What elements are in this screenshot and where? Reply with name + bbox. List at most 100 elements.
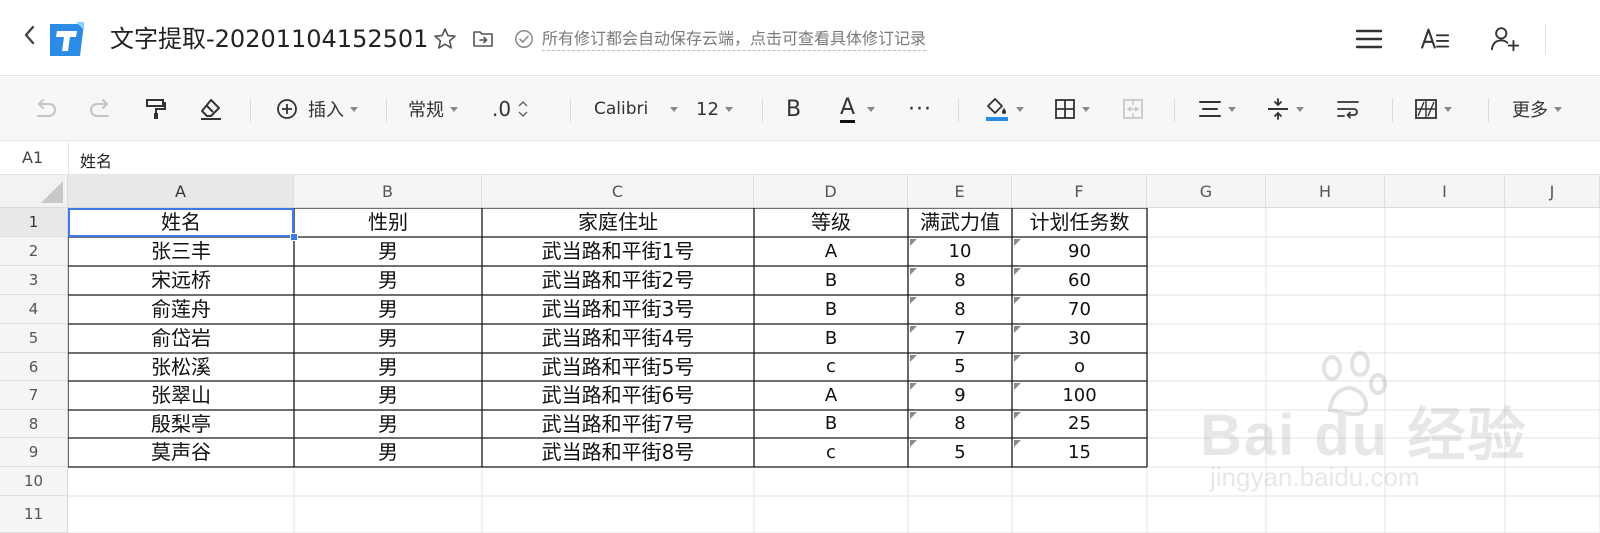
font-color-button[interactable]: A — [840, 95, 876, 123]
data-cell-d9[interactable]: c — [754, 438, 908, 467]
data-cell-c3[interactable]: 武当路和平街2号 — [482, 266, 754, 295]
column-header-j[interactable]: J — [1505, 175, 1600, 208]
data-cell-a5[interactable]: 俞岱岩 — [68, 324, 294, 353]
column-header-g[interactable]: G — [1147, 175, 1266, 208]
clear-format-icon[interactable] — [198, 95, 224, 123]
insert-button[interactable]: 插入 — [276, 95, 358, 123]
decimal-places-stepper[interactable]: .0 — [492, 95, 529, 123]
data-cell-e9[interactable]: 5 — [908, 438, 1012, 467]
data-cell-f3[interactable]: 60 — [1012, 266, 1147, 295]
undo-icon[interactable] — [32, 95, 58, 123]
data-cell-e5[interactable]: 7 — [908, 324, 1012, 353]
column-header-i[interactable]: I — [1385, 175, 1505, 208]
font-size-dropdown[interactable]: 12 — [696, 95, 733, 123]
row-header-8[interactable]: 8 — [0, 410, 68, 438]
data-cell-a8[interactable]: 殷梨亭 — [68, 410, 294, 438]
data-cell-d2[interactable]: A — [754, 237, 908, 266]
row-header-11[interactable]: 11 — [0, 496, 68, 533]
header-cell-f[interactable]: 计划任务数 — [1012, 208, 1147, 237]
data-cell-f9[interactable]: 15 — [1012, 438, 1147, 467]
data-cell-e2[interactable]: 10 — [908, 237, 1012, 266]
data-cell-b6[interactable]: 男 — [294, 353, 482, 381]
data-cell-a3[interactable]: 宋远桥 — [68, 266, 294, 295]
header-cell-c[interactable]: 家庭住址 — [482, 208, 754, 237]
fill-color-button[interactable] — [984, 95, 1024, 123]
data-cell-b4[interactable]: 男 — [294, 295, 482, 324]
data-cell-e7[interactable]: 9 — [908, 381, 1012, 410]
row-header-1[interactable]: 1 — [0, 208, 68, 237]
data-cell-c8[interactable]: 武当路和平街7号 — [482, 410, 754, 438]
row-header-6[interactable]: 6 — [0, 353, 68, 381]
select-all-corner[interactable] — [0, 175, 68, 208]
data-cell-f7[interactable]: 100 — [1012, 381, 1147, 410]
data-cell-a4[interactable]: 俞莲舟 — [68, 295, 294, 324]
data-cell-d5[interactable]: B — [754, 324, 908, 353]
data-cell-f6[interactable]: o — [1012, 353, 1147, 381]
data-cell-c9[interactable]: 武当路和平街8号 — [482, 438, 754, 467]
data-cell-c6[interactable]: 武当路和平街5号 — [482, 353, 754, 381]
number-format-dropdown[interactable]: 常规 — [408, 95, 458, 123]
back-icon[interactable] — [18, 24, 40, 52]
font-family-dropdown[interactable]: Calibri — [594, 95, 678, 123]
document-title[interactable]: 文字提取-20201104152501 — [110, 24, 428, 54]
data-cell-e6[interactable]: 5 — [908, 353, 1012, 381]
data-cell-c2[interactable]: 武当路和平街1号 — [482, 237, 754, 266]
data-cell-f8[interactable]: 25 — [1012, 410, 1147, 438]
fill-handle[interactable] — [290, 233, 298, 241]
row-header-3[interactable]: 3 — [0, 266, 68, 295]
borders-button[interactable] — [1054, 95, 1090, 123]
text-wrap-icon[interactable] — [1336, 95, 1360, 123]
data-cell-d8[interactable]: B — [754, 410, 908, 438]
data-cell-e4[interactable]: 8 — [908, 295, 1012, 324]
row-header-10[interactable]: 10 — [0, 467, 68, 496]
data-cell-b9[interactable]: 男 — [294, 438, 482, 467]
data-cell-a9[interactable]: 莫声谷 — [68, 438, 294, 467]
column-header-a[interactable]: A — [68, 175, 294, 208]
data-cell-b5[interactable]: 男 — [294, 324, 482, 353]
more-button[interactable]: 更多 — [1512, 95, 1562, 123]
column-header-d[interactable]: D — [754, 175, 908, 208]
data-cell-f2[interactable]: 90 — [1012, 237, 1147, 266]
app-logo[interactable] — [46, 18, 88, 60]
data-cell-b3[interactable]: 男 — [294, 266, 482, 295]
data-cell-a7[interactable]: 张翠山 — [68, 381, 294, 410]
header-cell-d[interactable]: 等级 — [754, 208, 908, 237]
row-header-5[interactable]: 5 — [0, 324, 68, 353]
row-header-4[interactable]: 4 — [0, 295, 68, 324]
data-cell-e3[interactable]: 8 — [908, 266, 1012, 295]
data-cell-d7[interactable]: A — [754, 381, 908, 410]
column-header-f[interactable]: F — [1012, 175, 1147, 208]
data-cell-b8[interactable]: 男 — [294, 410, 482, 438]
header-cell-b[interactable]: 性别 — [294, 208, 482, 237]
data-cell-d4[interactable]: B — [754, 295, 908, 324]
row-header-2[interactable]: 2 — [0, 237, 68, 266]
vertical-align-button[interactable] — [1266, 95, 1304, 123]
data-cell-f4[interactable]: 70 — [1012, 295, 1147, 324]
star-icon[interactable] — [432, 26, 458, 52]
add-collaborator-icon[interactable] — [1490, 24, 1520, 54]
data-cell-c5[interactable]: 武当路和平街4号 — [482, 324, 754, 353]
data-cell-e8[interactable]: 8 — [908, 410, 1012, 438]
bold-button[interactable]: B — [786, 95, 801, 123]
row-header-9[interactable]: 9 — [0, 438, 68, 467]
data-cell-f5[interactable]: 30 — [1012, 324, 1147, 353]
column-header-b[interactable]: B — [294, 175, 482, 208]
redo-icon[interactable] — [88, 95, 114, 123]
row-header-7[interactable]: 7 — [0, 381, 68, 410]
data-cell-b2[interactable]: 男 — [294, 237, 482, 266]
conditional-format-button[interactable] — [1414, 95, 1452, 123]
merge-cells-icon[interactable] — [1122, 95, 1144, 123]
data-cell-b7[interactable]: 男 — [294, 381, 482, 410]
column-header-e[interactable]: E — [908, 175, 1012, 208]
data-cell-a2[interactable]: 张三丰 — [68, 237, 294, 266]
data-cell-c4[interactable]: 武当路和平街3号 — [482, 295, 754, 324]
column-header-c[interactable]: C — [482, 175, 754, 208]
data-cell-d3[interactable]: B — [754, 266, 908, 295]
formula-input[interactable]: 姓名 — [80, 148, 112, 172]
data-cell-d6[interactable]: c — [754, 353, 908, 381]
more-format-button[interactable]: ··· — [908, 95, 932, 123]
text-style-icon[interactable] — [1420, 24, 1450, 54]
horizontal-align-button[interactable] — [1198, 95, 1236, 123]
data-cell-a6[interactable]: 张松溪 — [68, 353, 294, 381]
data-cell-c7[interactable]: 武当路和平街6号 — [482, 381, 754, 410]
